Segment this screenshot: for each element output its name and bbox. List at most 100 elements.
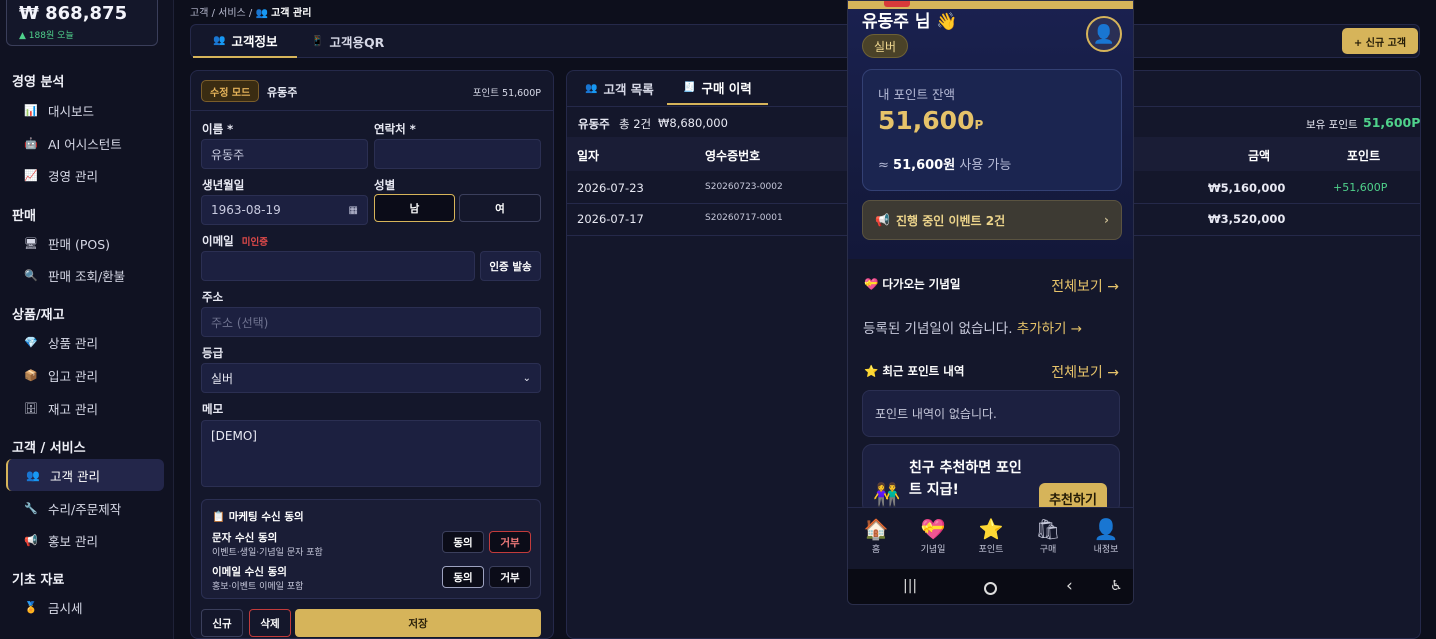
event-banner[interactable]: 📢 진행 중인 이벤트 2건 › xyxy=(862,200,1122,240)
delete-button[interactable]: 삭제 xyxy=(249,609,291,637)
consent-title-text: 마케팅 수신 동의 xyxy=(228,511,304,523)
sidebar-item-label: 재고 관리 xyxy=(48,401,98,417)
summary-amount: ₩8,680,000 xyxy=(658,116,728,130)
sidebar-item-label: 대시보드 xyxy=(48,103,95,119)
sidebar-item-dashboard[interactable]: 📊 대시보드 xyxy=(6,94,164,126)
sidebar-item-management[interactable]: 📈 경영 관리 xyxy=(6,159,164,191)
balance-number: 51,600 xyxy=(878,106,975,135)
breadcrumb-parent: 고객 / 서비스 / xyxy=(190,8,253,19)
accessibility-icon[interactable]: ♿ xyxy=(1110,578,1123,594)
anniversary-add-link[interactable]: 추가하기 → xyxy=(1017,321,1082,337)
name-field[interactable]: 유동주 xyxy=(201,139,368,169)
wrench-icon: 🔧 xyxy=(24,501,38,515)
sales-delta: ▲ 188원 오늘 xyxy=(19,31,74,41)
usable-value: 51,600원 xyxy=(893,158,956,173)
sidebar-item-receiving[interactable]: 📦 입고 관리 xyxy=(6,359,164,391)
sidebar-item-products[interactable]: 💎 상품 관리 xyxy=(6,326,164,358)
save-button[interactable]: 저장 xyxy=(295,609,541,637)
gender-male-button[interactable]: 남 xyxy=(374,194,455,222)
receipt-icon: 🧾 xyxy=(683,81,696,93)
sidebar-item-repair[interactable]: 🔧 수리/주문제작 xyxy=(6,492,164,524)
shopping-bag-icon: 🛍 xyxy=(1035,517,1061,541)
send-verification-button[interactable]: 인증 발송 xyxy=(480,251,541,281)
recent-points-title: ⭐ 최근 포인트 내역 xyxy=(864,363,964,379)
tab-customer-info[interactable]: 👥 고객정보 xyxy=(193,25,298,58)
avatar[interactable]: 👤 xyxy=(1086,16,1122,52)
sidebar-item-pos[interactable]: 🖥 판매 (POS) xyxy=(6,227,164,259)
birth-label: 생년월일 xyxy=(202,178,245,192)
row-date: 2026-07-23 xyxy=(577,181,644,195)
gender-female-button[interactable]: 여 xyxy=(459,194,541,222)
phone-nav-points[interactable]: ⭐ 포인트 xyxy=(963,516,1019,555)
birthdate-field[interactable]: 1963-08-19 ▦ xyxy=(201,195,368,225)
sidebar-item-promotion[interactable]: 📢 홍보 관리 xyxy=(6,524,164,556)
sms-agree-button[interactable]: 동의 xyxy=(442,531,484,553)
tab-customer-qr[interactable]: 📱 고객용QR xyxy=(291,25,404,58)
users-icon: 👥 xyxy=(26,468,40,482)
tab-customer-list[interactable]: 👥 고객 목록 xyxy=(569,71,670,105)
memo-textarea[interactable]: [DEMO] xyxy=(201,420,541,487)
friends-icon: 👫 xyxy=(873,483,901,508)
home-button-icon[interactable] xyxy=(984,582,997,595)
address-label: 주소 xyxy=(202,290,224,304)
sidebar-item-label: 판매 (POS) xyxy=(48,236,111,252)
sms-consent-title: 문자 수신 동의 xyxy=(212,532,278,544)
email-agree-button[interactable]: 동의 xyxy=(442,566,484,588)
phone-nav-home[interactable]: 🏠 홈 xyxy=(848,516,904,555)
phone-greeting: 유동주 님 👋 xyxy=(862,12,958,32)
phone-field[interactable] xyxy=(374,139,541,169)
sidebar-item-label: 입고 관리 xyxy=(48,368,98,384)
sms-consent-sub: 이벤트·생일·기념일 문자 포함 xyxy=(212,548,323,558)
phone-nav-purchase[interactable]: 🛍 구매 xyxy=(1020,516,1076,555)
birthdate-value: 1963-08-19 xyxy=(211,203,281,217)
customer-app-preview: 유동주 님 👋 실버 👤 내 포인트 잔액 51,600P ≈ 51,600원 … xyxy=(847,0,1134,605)
col-receipt[interactable]: 영수증번호 xyxy=(705,147,760,164)
calendar-icon[interactable]: ▦ xyxy=(349,205,358,216)
trend-icon: 📈 xyxy=(24,168,38,182)
held-points-value: 51,600P xyxy=(1363,115,1421,130)
email-reject-button[interactable]: 거부 xyxy=(489,566,531,588)
user-icon: 👤 xyxy=(1093,517,1119,541)
referral-line-2: 트 지급! xyxy=(909,482,959,498)
nav-label: 구매 xyxy=(1039,545,1057,555)
sms-reject-button[interactable]: 거부 xyxy=(489,531,531,553)
tab-purchase-history[interactable]: 🧾 구매 이력 xyxy=(667,71,768,105)
email-field[interactable] xyxy=(201,251,475,281)
phone-nav-profile[interactable]: 👤 내정보 xyxy=(1078,516,1133,555)
points-see-all[interactable]: 전체보기 → xyxy=(1051,362,1119,382)
address-field[interactable]: 주소 (선택) xyxy=(201,307,541,337)
col-points[interactable]: 포인트 xyxy=(1347,147,1380,164)
main-tab-bar: 👥 고객정보 📱 고객용QR xyxy=(190,24,1420,58)
sidebar-item-stock[interactable]: 🗄 재고 관리 xyxy=(6,392,164,424)
sidebar-item-ai-assistant[interactable]: 🤖 AI 어시스턴트 xyxy=(6,127,164,159)
sidebar: ₩ 868,875 ▲ 188원 오늘 경영 분석 📊 대시보드 🤖 AI 어시스턴… xyxy=(0,0,174,639)
new-button[interactable]: 신규 xyxy=(201,609,243,637)
sidebar-item-label: 판매 조회/환불 xyxy=(48,268,126,284)
grade-select[interactable]: 실버 ⌄ xyxy=(201,363,541,393)
section-analytics: 경영 분석 xyxy=(12,75,65,90)
email-label: 이메일 미인증 xyxy=(202,233,268,249)
breadcrumb: 고객 / 서비스 / 👥 고객 관리 xyxy=(190,4,311,19)
balance-label: 내 포인트 잔액 xyxy=(878,87,955,102)
back-icon[interactable]: ‹ xyxy=(1066,576,1073,596)
phone-nav-anniversary[interactable]: 💝 기념일 xyxy=(905,516,961,555)
nav-label: 홈 xyxy=(871,545,881,555)
recent-apps-icon[interactable]: ||| xyxy=(903,578,917,594)
col-amount[interactable]: 금액 xyxy=(1248,147,1270,164)
sidebar-item-label: 경영 관리 xyxy=(48,168,98,184)
users-icon: 👥 xyxy=(585,82,598,94)
balance-unit: P xyxy=(974,118,984,132)
points-balance-card: 내 포인트 잔액 51,600P ≈ 51,600원 사용 가능 xyxy=(862,69,1122,191)
new-customer-button[interactable]: + 신규 고객 xyxy=(1342,28,1418,54)
customer-form-panel: 수정 모드 유동주 포인트 51,600P 이름 * 연락처 * 유동주 생년월… xyxy=(190,70,554,639)
row-receipt: S20260723-0002 xyxy=(705,182,783,192)
box-icon: 📦 xyxy=(24,368,38,382)
nav-label: 기념일 xyxy=(920,545,946,555)
anniversary-empty: 등록된 기념일이 없습니다. 추가하기 → xyxy=(863,317,1082,337)
sidebar-item-sales-lookup[interactable]: 🔍 판매 조회/환불 xyxy=(6,259,164,291)
col-date[interactable]: 일자 xyxy=(577,147,599,164)
sidebar-item-customers[interactable]: 👥 고객 관리 xyxy=(6,459,164,491)
sidebar-item-gold-price[interactable]: 🏅 금시세 xyxy=(6,591,164,623)
anniversary-see-all[interactable]: 전체보기 → xyxy=(1051,276,1119,296)
phone-label: 연락처 * xyxy=(374,122,416,136)
